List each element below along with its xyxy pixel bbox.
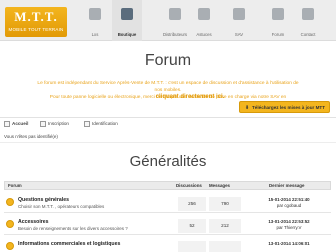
intro-line-1: Le forum est indépendant du Service Aprè… <box>37 81 299 86</box>
messages-count <box>209 241 241 252</box>
page-title: Forum <box>144 52 192 69</box>
login-status: Vous n'êtes pas identifié(e) <box>4 134 58 139</box>
mtt-logo[interactable]: M.T.T. MOBILE TOUT TERRAIN <box>5 7 67 37</box>
divider <box>0 142 336 143</box>
nav-label: Astuces <box>196 32 212 37</box>
logo-sub-text: MOBILE TOUT TERRAIN <box>8 27 64 32</box>
nav-label: Contact <box>300 32 316 37</box>
download-icon: ⬇ <box>245 105 250 111</box>
last-message-date: 13-01-2014 14:06:01 <box>268 241 310 246</box>
top-header: M.T.T. MOBILE TOUT TERRAIN Lxs Boutique … <box>0 0 336 41</box>
intro-line-2: nos mobiles. <box>154 88 182 93</box>
last-message-author[interactable]: par Thierry.V <box>248 225 330 231</box>
forum-name[interactable]: Accessoires <box>18 219 49 226</box>
submenu-identification[interactable]: Identification <box>84 120 118 127</box>
col-last-message: Dernier message <box>269 183 305 188</box>
nav-item-sav[interactable]: SAV <box>224 0 254 41</box>
sav-link[interactable]: cliquant directement ici. <box>150 94 230 101</box>
forum-name[interactable]: Questions générales <box>18 197 69 204</box>
discussions-count: 52 <box>178 219 206 233</box>
col-messages: Messages <box>209 183 230 188</box>
forum-icon <box>6 242 14 250</box>
table-row[interactable]: Informations commerciales et logistiques… <box>4 239 331 252</box>
last-message: 15-01-2014 22:51:40 par cgobaud <box>248 197 330 209</box>
envelope-icon <box>302 8 314 20</box>
submenu-accueil-label: Accueil <box>12 121 29 126</box>
nav-label: Boutique <box>117 32 137 37</box>
section-title: Généralités <box>129 153 207 170</box>
nav-item-boutique[interactable]: Boutique <box>112 0 142 41</box>
table-row[interactable]: Accessoires Besoin de renseignements sur… <box>4 217 331 235</box>
table-row[interactable]: Questions générales Choisir son M.T.T. ,… <box>4 195 331 213</box>
submenu-inscription-label: Inscription <box>48 121 69 126</box>
cart-icon <box>121 8 133 20</box>
col-discussions: Discussions <box>176 183 202 188</box>
discussions-count <box>178 241 206 252</box>
last-message: 13-01-2014 22:53:52 par Thierry.V <box>248 219 330 231</box>
forum-desc: Choisir son M.T.T. , opérateurs compatib… <box>18 204 105 209</box>
submenu-inscription[interactable]: Inscription <box>40 120 69 127</box>
forum-icon <box>6 220 14 228</box>
nav-item-lxs[interactable]: Lxs <box>80 0 110 41</box>
submenu-identification-label: Identification <box>92 121 118 126</box>
forum-desc: Besoin de renseignements sur les divers … <box>18 226 128 231</box>
logo-main-text: M.T.T. <box>14 9 58 24</box>
forum-name[interactable]: Informations commerciales et logistiques <box>18 241 120 248</box>
nav-item-contact[interactable]: Contact <box>293 0 323 41</box>
last-message: 13-01-2014 14:06:01 <box>248 241 330 247</box>
home-icon <box>4 120 10 127</box>
forum-icon <box>6 198 14 206</box>
messages-count: 790 <box>209 197 241 211</box>
messages-count: 212 <box>209 219 241 233</box>
map-marker-icon <box>169 8 181 20</box>
last-message-author[interactable]: par cgobaud <box>248 203 330 209</box>
download-updates-button[interactable]: ⬇ Téléchargez les mises à jour MTT <box>239 101 330 113</box>
table-header: Forum Discussions Messages Dernier messa… <box>4 181 331 190</box>
nav-label: SAV <box>234 32 244 37</box>
forum-submenu: Accueil Inscription Identification <box>4 119 234 129</box>
wrench-icon <box>233 8 245 20</box>
home-icon <box>89 8 101 20</box>
download-updates-label: Téléchargez les mises à jour MTT <box>252 105 326 110</box>
register-icon <box>40 120 46 127</box>
chat-icon <box>272 8 284 20</box>
submenu-accueil[interactable]: Accueil <box>4 120 28 127</box>
nav-item-astuces[interactable]: Astuces <box>189 0 219 41</box>
col-forum: Forum <box>8 183 22 188</box>
login-icon <box>84 120 90 127</box>
discussions-count: 256 <box>178 197 206 211</box>
lightbulb-icon <box>198 8 210 20</box>
divider <box>0 117 336 118</box>
